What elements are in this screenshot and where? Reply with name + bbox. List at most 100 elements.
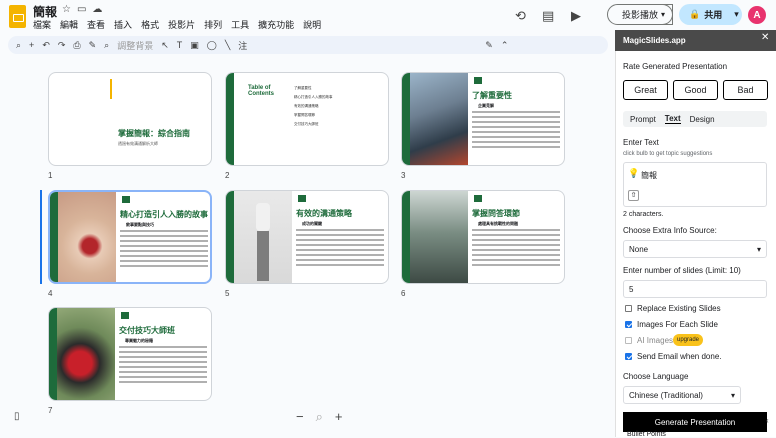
slide-thumbnail-4[interactable]: 精心打造引人入勝的故事 敘事要點與技巧 xyxy=(48,190,212,284)
slide-photo xyxy=(234,191,292,283)
comment-add-icon[interactable]: 注 xyxy=(238,39,247,52)
slide-badge xyxy=(121,312,129,319)
extra-info-select[interactable]: None ▾ xyxy=(623,240,767,258)
menu-tools[interactable]: 工具 xyxy=(231,18,249,31)
slide-accent-bar xyxy=(226,73,234,165)
collapse-toolbar-icon[interactable]: ⌃ xyxy=(501,40,509,51)
toc-list: 了解重要性 精心打造引人入勝的故事 有效的溝通策略 掌握問答環節 交付技巧大師班 xyxy=(294,84,333,129)
slide-accent-bar xyxy=(226,191,234,283)
history-icon[interactable]: ⟲ xyxy=(515,8,526,24)
star-icon[interactable]: ☆ xyxy=(62,4,71,15)
print-icon[interactable]: ⎙ xyxy=(73,40,80,51)
language-select[interactable]: Chinese (Traditional) ▾ xyxy=(623,386,741,404)
zoom-in-icon[interactable]: + xyxy=(335,409,343,425)
menu-extensions[interactable]: 擴充功能 xyxy=(258,18,294,31)
comment-icon[interactable]: ▤ xyxy=(542,8,554,24)
redo-icon[interactable]: ↷ xyxy=(58,40,66,51)
menu-edit[interactable]: 編輯 xyxy=(60,18,78,31)
upgrade-badge[interactable]: upgrade xyxy=(673,334,704,346)
background-button[interactable]: 調整背景 xyxy=(117,39,153,52)
slide-thumbnail-1[interactable]: 掌握簡報：綜合指南 透過有效溝通解析大師 xyxy=(48,72,212,166)
slides-count-input[interactable]: 5 xyxy=(623,280,767,298)
close-icon[interactable]: ✕ xyxy=(761,32,769,43)
menu-file[interactable]: 檔案 xyxy=(33,18,51,31)
slide-number: 7 xyxy=(48,406,53,415)
new-slide-icon[interactable]: + xyxy=(29,40,34,50)
chevron-down-icon: ▾ xyxy=(756,245,761,254)
zoom-controls: − ⌕ + xyxy=(296,409,342,425)
menu-view[interactable]: 查看 xyxy=(87,18,105,31)
slides-count-label: Enter number of slides (Limit: 10) xyxy=(623,266,741,275)
selection-indicator xyxy=(40,190,42,284)
tab-text[interactable]: Text xyxy=(664,114,681,124)
textbox-icon[interactable]: T xyxy=(177,40,183,50)
email-checkbox[interactable] xyxy=(625,353,632,360)
rate-great-button[interactable]: Great xyxy=(623,80,668,100)
slide-photo xyxy=(410,73,468,165)
bulb-icon[interactable]: 💡 xyxy=(628,168,639,179)
menu-slide[interactable]: 投影片 xyxy=(168,18,195,31)
slide-title: 掌握簡報：綜合指南 xyxy=(118,129,190,138)
menu-insert[interactable]: 插入 xyxy=(114,18,132,31)
toolbar: ⌕ + ↶ ↷ ⎙ ✎ ⌕ 調整背景 ↖ T ▣ ◯ ╲ 注 ✎ ⌃ xyxy=(8,36,608,54)
slide-thumbnail-2[interactable]: Table of Contents 了解重要性 精心打造引人入勝的故事 有效的溝… xyxy=(225,72,389,166)
slide-thumbnail-6[interactable]: 掌握問答環節 處理具有挑戰性的問題 xyxy=(401,190,565,284)
slide-photo xyxy=(410,191,468,283)
zoom-icon[interactable]: ⌕ xyxy=(316,409,323,425)
avatar[interactable]: A xyxy=(748,6,766,24)
slide-thumbnail-5[interactable]: 有效的溝通策略 成功的關鍵 xyxy=(225,190,389,284)
editing-mode-icon[interactable]: ✎ xyxy=(485,40,493,51)
text-input-value: 簡報 xyxy=(641,171,657,180)
slides-logo-icon[interactable] xyxy=(9,5,26,28)
menu-help[interactable]: 說明 xyxy=(303,18,321,31)
side-panel-collapse-icon[interactable]: ‹ xyxy=(766,416,769,425)
select-icon[interactable]: ↖ xyxy=(161,40,169,51)
slide-thumbnail-7[interactable]: 交付技巧大師班 專業魅力的秘籍 xyxy=(48,307,212,401)
slide-thumbnail-3[interactable]: 了解重要性 企業見解 xyxy=(401,72,565,166)
rate-good-button[interactable]: Good xyxy=(673,80,718,100)
slide-title: Table of Contents xyxy=(248,85,274,97)
text-input[interactable]: 💡 簡報 ⇧ xyxy=(623,162,767,207)
generate-button[interactable]: Generate Presentation xyxy=(623,412,767,432)
menu-arrange[interactable]: 排列 xyxy=(204,18,222,31)
zoom-out-icon[interactable]: − xyxy=(296,409,304,425)
tab-prompt[interactable]: Prompt xyxy=(630,115,656,124)
toc-item: 交付技巧大師班 xyxy=(294,122,319,126)
shape-icon[interactable]: ◯ xyxy=(207,40,217,51)
slide-photo xyxy=(58,192,116,282)
images-checkbox[interactable] xyxy=(625,321,632,328)
slide-number: 2 xyxy=(225,171,230,180)
tab-design[interactable]: Design xyxy=(690,115,715,124)
language-label: Choose Language xyxy=(623,372,689,381)
slide-number: 1 xyxy=(48,171,53,180)
line-icon[interactable]: ╲ xyxy=(225,40,230,51)
replace-slides-checkbox[interactable] xyxy=(625,305,632,312)
image-icon[interactable]: ▣ xyxy=(190,40,199,51)
undo-icon[interactable]: ↶ xyxy=(42,40,50,51)
cloud-status-icon[interactable]: ☁ xyxy=(92,4,102,15)
slide-badge xyxy=(474,77,482,84)
slide-number: 5 xyxy=(225,289,230,298)
extra-info-label: Choose Extra Info Source: xyxy=(623,226,717,235)
menu-format[interactable]: 格式 xyxy=(141,18,159,31)
upload-icon[interactable]: ⇧ xyxy=(628,190,639,201)
ai-images-label: AI Images xyxy=(637,336,674,345)
rate-bad-button[interactable]: Bad xyxy=(723,80,768,100)
search-menus-icon[interactable]: ⌕ xyxy=(16,40,21,51)
share-button[interactable]: 🔒 共用 ▾ xyxy=(679,4,742,25)
meet-icon[interactable]: ▶ xyxy=(571,8,581,24)
toc-item: 精心打造引人入勝的故事 xyxy=(294,95,333,99)
paint-format-icon[interactable]: ✎ xyxy=(89,40,97,51)
toc-item: 有效的溝通策略 xyxy=(294,104,319,108)
slide-subtitle: 透過有效溝通解析大師 xyxy=(118,141,158,146)
replace-slides-label: Replace Existing Slides xyxy=(637,304,721,313)
move-folder-icon[interactable]: ▭ xyxy=(77,4,86,15)
slide-badge xyxy=(122,196,130,203)
slide-grid: 掌握簡報：綜合指南 透過有效溝通解析大師 1 Table of Contents… xyxy=(0,60,610,415)
zoom-icon[interactable]: ⌕ xyxy=(104,40,109,51)
ai-images-checkbox[interactable] xyxy=(625,337,632,344)
slide-body xyxy=(120,230,208,270)
slide-badge xyxy=(298,195,306,202)
filmstrip-toggle-icon[interactable]: ▯ xyxy=(14,411,20,422)
slide-heading: 處理具有挑戰性的問題 xyxy=(478,221,518,226)
